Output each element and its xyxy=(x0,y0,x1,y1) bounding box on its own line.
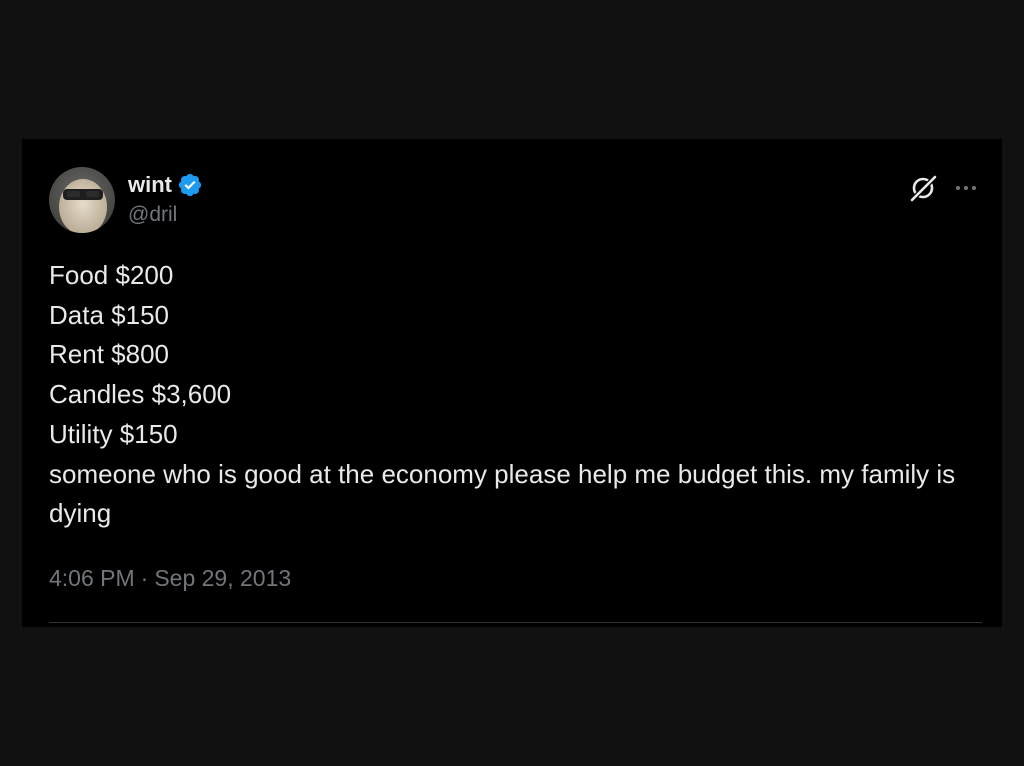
tweet-line-candles: Candles $3,600 xyxy=(49,379,232,410)
tweet-line-rent: Rent $800 xyxy=(49,339,169,370)
display-name-row: wint xyxy=(128,171,203,199)
author-handle[interactable]: @dril xyxy=(128,201,203,229)
author-names: wint @dril xyxy=(128,171,203,229)
display-name[interactable]: wint xyxy=(128,171,172,199)
tweet-header: wint @dril xyxy=(49,167,203,233)
tweet-line-food: Food $200 xyxy=(49,260,174,290)
screenshot-stage: wint @dril Food $200 Data $150 Rent $800… xyxy=(0,0,1024,766)
tweet-actions xyxy=(908,173,980,203)
tweet-text: Food $200 Data $150 Rent $800 Candles $3… xyxy=(49,256,969,534)
more-icon[interactable] xyxy=(952,174,980,202)
tweet-line-utility: Utility $150 xyxy=(49,418,178,449)
tweet-paragraph: someone who is good at the economy pleas… xyxy=(49,458,956,529)
timestamp-separator: · xyxy=(140,565,149,591)
tweet-timestamp[interactable]: 4:06 PM · Sep 29, 2013 xyxy=(49,563,291,593)
tweet-card: wint @dril Food $200 Data $150 Rent $800… xyxy=(22,139,1002,627)
tweet-line-data: Data $150 xyxy=(49,299,169,330)
tweet-date: Sep 29, 2013 xyxy=(154,565,292,591)
divider xyxy=(49,622,982,623)
verified-badge-icon[interactable] xyxy=(177,172,203,198)
avatar[interactable] xyxy=(49,167,115,233)
tweet-time: 4:06 PM xyxy=(49,565,135,591)
grok-icon[interactable] xyxy=(908,173,938,203)
